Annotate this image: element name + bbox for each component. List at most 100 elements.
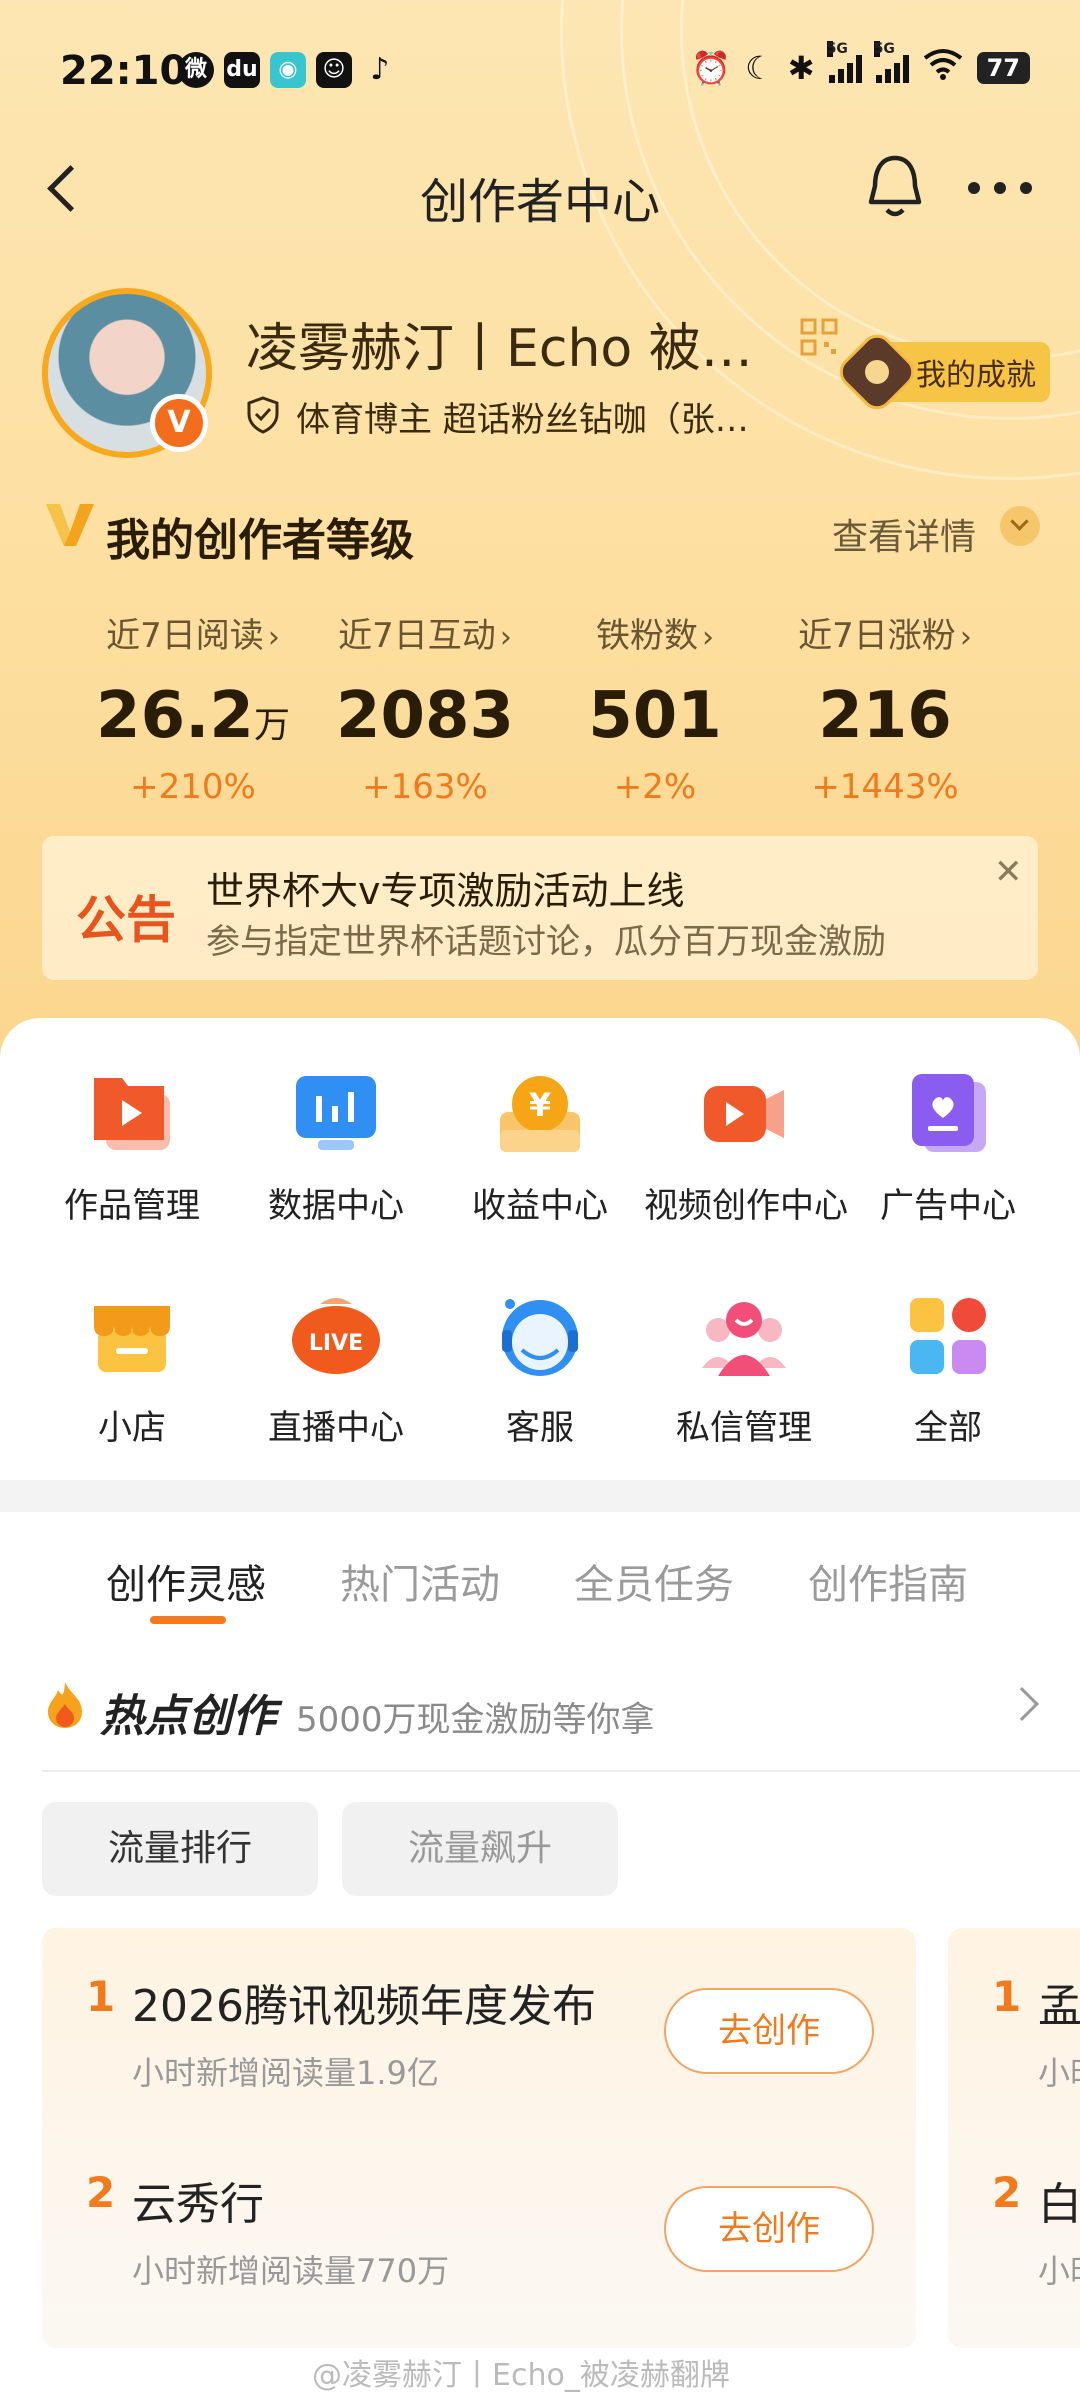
tool-label: 全部 — [914, 1408, 982, 1448]
bluetooth-icon: ✱ — [787, 49, 815, 87]
tool-label: 直播中心 — [268, 1408, 404, 1448]
achievement-button[interactable]: 我的成就 — [833, 328, 1050, 416]
all-icon — [902, 1290, 994, 1382]
tool-label: 客服 — [506, 1408, 574, 1448]
trend-item-title[interactable]: 白 — [1038, 2168, 1080, 2232]
stat-iron-fans[interactable]: 铁粉数 › 501 +2% — [540, 608, 770, 807]
username[interactable]: 凌雾赫汀丨Echo 被… — [246, 306, 753, 381]
shop-icon — [86, 1290, 178, 1382]
announcement-title: 世界杯大v专项激励活动上线 — [206, 869, 685, 913]
chevron-down-icon[interactable] — [1000, 506, 1040, 546]
go-create-button[interactable]: 去创作 — [664, 1988, 874, 2074]
tools-grid: 作品管理 数据中心 ¥ 收益中心 视频创作中心 广告中心 小店 LIVE 直播中… — [0, 1018, 1080, 1480]
chevron-right-icon[interactable] — [1005, 1687, 1039, 1721]
announcement-banner[interactable]: 公告 世界杯大v专项激励活动上线 参与指定世界杯话题讨论，瓜分百万现金激励 ✕ — [42, 836, 1038, 980]
creator-level-title: 我的创作者等级 — [106, 515, 414, 566]
trend-item-subtitle: 小时新增阅读量1.9亿 — [132, 2054, 439, 2092]
tool-label: 收益中心 — [472, 1186, 608, 1226]
tool-shop[interactable]: 小店 — [32, 1290, 232, 1449]
moon-icon: ☾ — [745, 49, 774, 87]
tool-all[interactable]: 全部 — [848, 1290, 1048, 1449]
stat-reads[interactable]: 近7日阅读 › 26.2万 +210% — [78, 608, 308, 807]
v-level-icon — [44, 500, 96, 550]
stat-value: 2083 — [335, 679, 515, 753]
active-tab-indicator — [150, 1616, 226, 1624]
section-divider — [0, 1480, 1080, 1512]
tool-label: 视频创作中心 — [644, 1186, 848, 1226]
announcement-tag: 公告 — [76, 891, 176, 949]
rank-number: 2 — [86, 2168, 116, 2217]
trend-item-subtitle: 小时 — [1038, 2252, 1080, 2290]
tool-live-center[interactable]: LIVE 直播中心 — [236, 1290, 436, 1449]
tool-customer-service[interactable]: 客服 — [440, 1290, 640, 1449]
video-icon — [698, 1068, 790, 1160]
stat-interactions[interactable]: 近7日互动 › 2083 +163% — [310, 608, 540, 807]
game-icon: ◉ — [270, 52, 306, 88]
trend-item-title[interactable]: 云秀行 — [132, 2168, 264, 2232]
close-icon[interactable]: ✕ — [994, 852, 1023, 892]
stat-new-fans[interactable]: 近7日涨粉 › 216 +1443% — [770, 608, 1000, 807]
hot-creation-title: 热点创作 — [100, 1691, 276, 1742]
announcement-subtitle: 参与指定世界杯话题讨论，瓜分百万现金激励 — [206, 922, 886, 962]
trend-item-title[interactable]: 2026腾讯视频年度发布 — [132, 1970, 596, 2034]
tool-ad-center[interactable]: 广告中心 — [848, 1068, 1048, 1227]
divider — [42, 1770, 1080, 1772]
filter-traffic-ranking[interactable]: 流量排行 — [42, 1802, 318, 1896]
tiktok-icon: ♪ — [370, 52, 390, 87]
stat-change: +210% — [130, 767, 256, 807]
stat-change: +163% — [362, 767, 488, 807]
stat-label: 近7日阅读 › — [106, 616, 280, 656]
level-detail-link[interactable]: 查看详情 — [832, 508, 976, 560]
trend-card: 1 孟 小时 2 白 小时 — [948, 1928, 1080, 2348]
tab-inspiration[interactable]: 创作灵感 — [106, 1552, 266, 1610]
trend-card: 1 2026腾讯视频年度发布 小时新增阅读量1.9亿 去创作 2 云秀行 小时新… — [42, 1928, 916, 2348]
trend-item-subtitle: 小时新增阅读量770万 — [132, 2252, 450, 2290]
tab-hot-activities[interactable]: 热门活动 — [340, 1552, 500, 1610]
svg-text:¥: ¥ — [529, 1086, 551, 1124]
tab-all-tasks[interactable]: 全员任务 — [574, 1552, 734, 1610]
tool-label: 私信管理 — [676, 1408, 812, 1448]
signal-icon: 5G — [826, 41, 862, 83]
stat-value: 26.2万 — [96, 679, 290, 753]
stat-change: +1443% — [811, 767, 959, 807]
tab-creation-guide[interactable]: 创作指南 — [808, 1552, 968, 1610]
rank-number: 1 — [992, 1972, 1022, 2021]
income-icon: ¥ — [494, 1068, 586, 1160]
status-bar: 22:10 微 du ◉ ☺ ♪ ⏰ ☾ ✱ 5G 5G 77 — [0, 0, 1080, 140]
tool-video-center[interactable]: 视频创作中心 — [644, 1068, 848, 1227]
stat-label: 近7日涨粉 › — [798, 616, 972, 656]
weibo-icon: 微 — [178, 52, 214, 88]
go-create-button[interactable]: 去创作 — [664, 2186, 874, 2272]
service-icon — [494, 1290, 586, 1382]
du-icon: du — [224, 52, 260, 88]
more-icon[interactable] — [968, 168, 1048, 208]
alarm-icon: ⏰ — [691, 49, 732, 87]
svg-text:LIVE: LIVE — [309, 1331, 363, 1356]
tool-income-center[interactable]: ¥ 收益中心 — [440, 1068, 640, 1227]
tool-label: 作品管理 — [64, 1186, 200, 1226]
qr-code-icon[interactable] — [800, 318, 838, 356]
stat-change: +2% — [613, 767, 697, 807]
verified-badge-icon: V — [150, 394, 208, 452]
message-icon — [698, 1290, 790, 1382]
signal-icon: 5G — [873, 41, 909, 83]
stat-label: 铁粉数 › — [596, 616, 714, 656]
verification-text[interactable]: 体育博主 超话粉丝钻咖（张… — [296, 392, 749, 441]
hot-creation-subtitle: 5000万现金激励等你拿 — [296, 1700, 655, 1740]
stat-label: 近7日互动 › — [338, 616, 512, 656]
bell-icon[interactable] — [862, 152, 928, 222]
data-icon — [290, 1068, 382, 1160]
tool-works-management[interactable]: 作品管理 — [32, 1068, 232, 1227]
rank-number: 1 — [86, 1972, 116, 2021]
ad-icon — [902, 1068, 994, 1160]
filter-traffic-surge[interactable]: 流量飙升 — [342, 1802, 618, 1896]
rank-number: 2 — [992, 2168, 1022, 2217]
watermark: @凌雾赫汀丨Echo_被凌赫翻牌 — [312, 2358, 730, 2393]
flame-icon — [42, 1680, 88, 1730]
trend-item-title[interactable]: 孟 — [1038, 1970, 1080, 2034]
stat-value: 216 — [818, 679, 952, 753]
tool-data-center[interactable]: 数据中心 — [236, 1068, 436, 1227]
tool-label: 小店 — [98, 1408, 166, 1448]
works-icon — [86, 1068, 178, 1160]
tool-message-management[interactable]: 私信管理 — [644, 1290, 844, 1449]
